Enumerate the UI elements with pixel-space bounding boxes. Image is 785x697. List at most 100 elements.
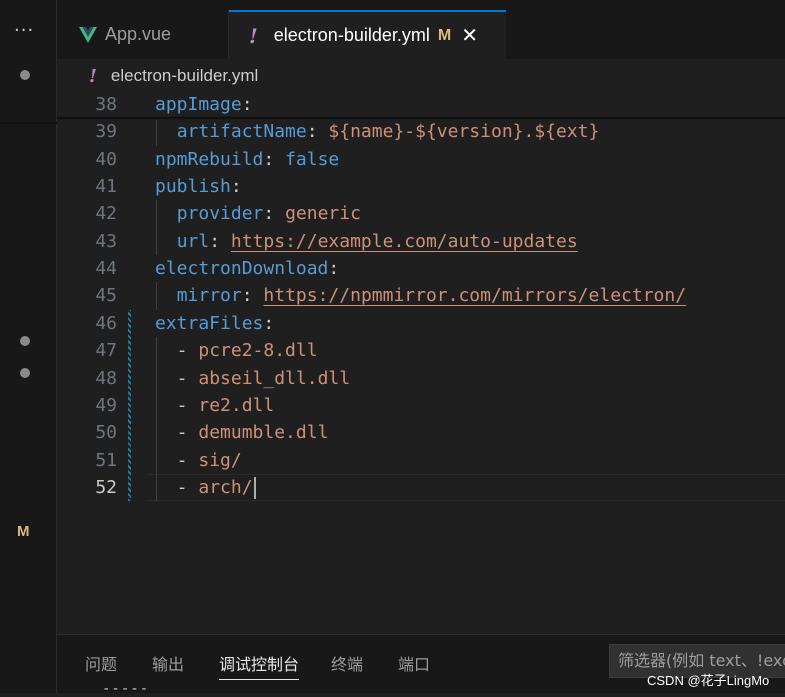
activity-separator <box>0 122 57 124</box>
punctuation: : <box>328 258 340 280</box>
line-number: 40 <box>95 148 117 170</box>
modified-indicator: M <box>437 26 452 44</box>
code-line[interactable]: 48 - abseil_dll.dll <box>57 365 785 392</box>
code-line[interactable]: 44 electronDownload: <box>57 255 785 282</box>
code-line[interactable]: 49 - re2.dll <box>57 392 785 419</box>
editor-tab-bar: App.vue ! electron-builder.yml M ✕ <box>57 0 785 59</box>
yaml-icon: ! <box>249 23 258 48</box>
indent-guide <box>156 282 157 310</box>
line-number: 51 <box>95 449 117 471</box>
vue-icon <box>79 26 97 43</box>
code-line[interactable]: 50 - demumble.dll <box>57 419 785 446</box>
punctuation: : <box>263 312 275 334</box>
code-text: publish: <box>155 173 242 200</box>
line-number: 47 <box>95 340 117 362</box>
yaml-key: provider <box>176 203 264 225</box>
line-number: 42 <box>95 203 117 225</box>
yaml-value: abseil_dll.dll <box>198 367 351 389</box>
tab-label: App.vue <box>105 24 172 44</box>
line-number: 48 <box>95 367 117 389</box>
yaml-value: arch/ <box>198 476 253 498</box>
code-line[interactable]: 38 appImage: <box>57 91 785 118</box>
code-line[interactable]: 46 extraFiles: <box>57 310 785 337</box>
code-line[interactable]: 42 provider: generic <box>57 200 785 227</box>
punctuation: : <box>263 203 286 225</box>
code-text: npmRebuild: false <box>155 146 339 173</box>
punctuation <box>155 231 177 252</box>
yaml-key: extraFiles <box>155 312 264 334</box>
indent-guide <box>156 200 157 256</box>
tab-output[interactable]: 输出 <box>152 651 184 679</box>
yaml-key: appImage <box>155 94 242 115</box>
code-line[interactable]: 41 publish: <box>57 173 785 200</box>
line-number: 49 <box>95 394 117 416</box>
code-line[interactable]: 40 npmRebuild: false <box>57 146 785 173</box>
tab-terminal[interactable]: 终端 <box>331 651 363 679</box>
code-line[interactable]: 39 artifactName: ${name}-${version}.${ex… <box>57 118 785 145</box>
yaml-value: generic <box>285 203 361 225</box>
tab-problems[interactable]: 问题 <box>85 651 117 679</box>
activity-bar: ··· M <box>0 0 57 693</box>
punctuation: - <box>155 367 199 389</box>
punctuation: - <box>155 449 199 471</box>
yaml-value: pcre2-8.dll <box>198 340 318 362</box>
code-line[interactable]: 45 mirror: https://npmmirror.com/mirrors… <box>57 282 785 309</box>
indent-guide <box>156 118 157 146</box>
code-text: - demumble.dll <box>155 419 329 446</box>
code-text: - pcre2-8.dll <box>155 337 318 364</box>
text-cursor <box>253 476 256 499</box>
git-change-bar[interactable] <box>128 309 131 502</box>
link[interactable]: https://npmmirror.com/mirrors/electron/ <box>263 285 686 306</box>
breadcrumb-file[interactable]: electron-builder.yml <box>111 66 258 86</box>
unsaved-dot-icon <box>20 70 30 80</box>
punctuation: - <box>155 394 199 416</box>
punctuation <box>155 285 177 306</box>
code-text: - arch/ <box>155 474 256 501</box>
modified-flag: M <box>17 523 30 540</box>
tab-app-vue[interactable]: App.vue <box>57 10 229 59</box>
code-text: url: https://example.com/auto-updates <box>155 228 578 255</box>
breadcrumb[interactable]: ! electron-builder.yml <box>57 62 785 90</box>
yaml-value: demumble.dll <box>198 422 329 444</box>
yaml-key: url <box>176 230 210 252</box>
line-number: 39 <box>95 121 117 143</box>
code-text: extraFiles: <box>155 310 274 337</box>
tab-ports[interactable]: 端口 <box>398 651 430 679</box>
code-text: provider: generic <box>155 200 361 227</box>
code-line[interactable]: 47 - pcre2-8.dll <box>57 337 785 364</box>
line-number: 41 <box>95 176 117 198</box>
sticky-scroll-shadow <box>57 117 785 120</box>
code-text: appImage: <box>155 91 253 118</box>
tab-electron-builder-yml[interactable]: ! electron-builder.yml M ✕ <box>229 10 506 59</box>
yaml-icon: ! <box>89 65 97 87</box>
punctuation <box>155 203 177 224</box>
tab-debug-console[interactable]: 调试控制台 <box>219 651 300 680</box>
yaml-key: electronDownload <box>155 258 329 280</box>
more-actions-icon[interactable]: ··· <box>14 22 34 40</box>
code-line[interactable]: 43 url: https://example.com/auto-updates <box>57 228 785 255</box>
breakpoint-dot-icon[interactable] <box>20 368 30 378</box>
yaml-value: sig/ <box>198 449 242 471</box>
punctuation: - <box>155 422 199 444</box>
yaml-key: mirror <box>176 285 242 307</box>
punctuation <box>155 121 177 142</box>
console-divider: ----- <box>102 681 150 697</box>
punctuation: : <box>306 121 329 143</box>
watermark: CSDN @花子LingMo <box>647 673 770 688</box>
line-number: 44 <box>95 258 117 280</box>
punctuation: : <box>241 94 253 115</box>
code-line[interactable]: 52 - arch/ <box>57 473 785 501</box>
code-text: artifactName: ${name}-${version}.${ext} <box>155 118 600 145</box>
line-number: 45 <box>95 285 117 307</box>
code-line[interactable]: 51 - sig/ <box>57 447 785 474</box>
yaml-key: artifactName <box>176 121 307 143</box>
link[interactable]: https://example.com/auto-updates <box>231 231 578 252</box>
code-text: - sig/ <box>155 447 242 474</box>
punctuation: : <box>230 176 242 198</box>
punctuation: - <box>155 476 199 498</box>
breakpoint-dot-icon[interactable] <box>20 336 30 346</box>
code-text: - re2.dll <box>155 392 275 419</box>
indent-guide <box>156 337 157 502</box>
close-icon[interactable]: ✕ <box>461 26 478 46</box>
code-text: mirror: https://npmmirror.com/mirrors/el… <box>155 282 686 309</box>
